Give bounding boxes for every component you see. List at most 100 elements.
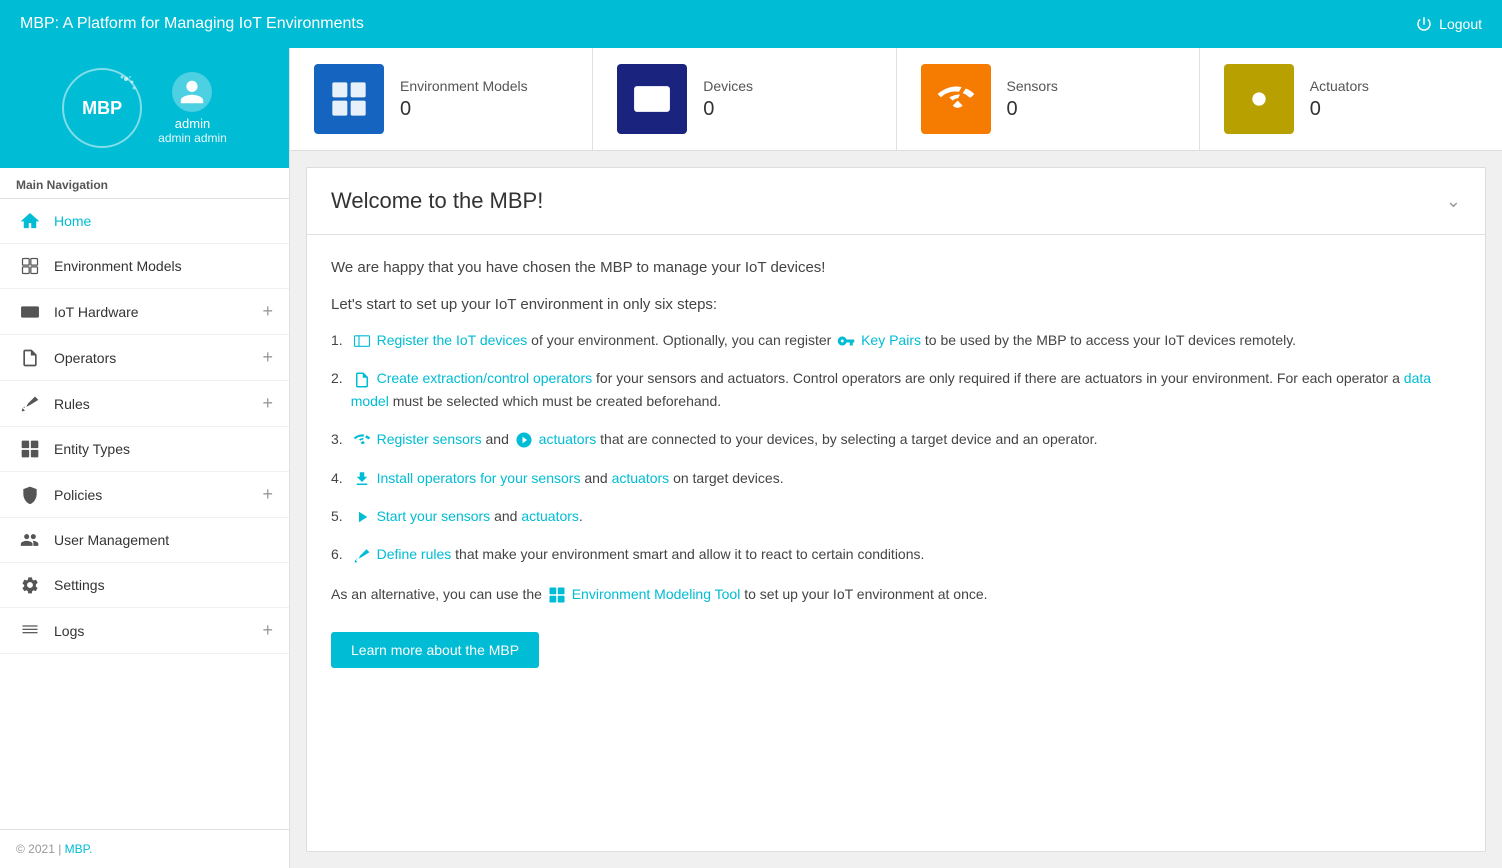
welcome-steps-intro: Let's start to set up your IoT environme… [331,296,1461,313]
sidebar-item-label: Logs [54,623,262,639]
step-2: 2. Create extraction/control operators f… [331,367,1461,412]
stat-label: Sensors [1007,78,1058,94]
sidebar-item-logs[interactable]: Logs + [0,608,289,654]
sidebar-item-environment-models[interactable]: Environment Models [0,244,289,289]
topbar: MBP: A Platform for Managing IoT Environ… [0,0,1502,48]
sidebar: MBP admin admin admin Main Navigation [0,48,290,868]
environment-models-stat-icon [314,64,384,134]
start-actuators-link[interactable]: actuators [521,508,579,524]
expand-icon[interactable]: + [262,347,273,368]
expand-icon[interactable]: + [262,393,273,414]
sidebar-item-entity-types[interactable]: Entity Types [0,427,289,472]
install-inline-icon [353,470,371,488]
admin-fullname: admin admin [158,131,227,145]
footer-link[interactable]: MBP. [65,842,93,856]
sidebar-item-label: User Management [54,532,273,548]
settings-icon [16,575,44,595]
sidebar-item-label: Environment Models [54,258,273,274]
create-operators-link[interactable]: Create extraction/control operators [377,370,593,386]
stat-card-environment-models[interactable]: Environment Models 0 [290,48,593,150]
app-title: MBP: A Platform for Managing IoT Environ… [20,15,364,33]
stats-row: Environment Models 0 Devices 0 [290,48,1502,151]
iot-hardware-icon [16,302,44,322]
expand-icon[interactable]: + [262,301,273,322]
alternative-after: to set up your IoT environment at once. [744,586,987,602]
logs-icon [16,621,44,641]
step-5: 5. Start your sensors and actuators. [331,505,1461,527]
sidebar-item-label: Rules [54,396,262,412]
sensors-stat-icon [921,64,991,134]
user-icon [178,78,206,106]
welcome-intro: We are happy that you have chosen the MB… [331,259,1461,276]
stat-value: 0 [1007,98,1058,121]
sidebar-item-home[interactable]: Home [0,199,289,244]
power-icon [1415,15,1433,33]
welcome-body: We are happy that you have chosen the MB… [307,235,1485,700]
stat-info-sensors: Sensors 0 [1007,78,1058,121]
chevron-up-icon[interactable]: ⌄ [1446,191,1461,212]
devices-stat-icon [617,64,687,134]
stat-value: 0 [400,98,528,121]
sidebar-item-label: Settings [54,577,273,593]
avatar [172,72,212,112]
register-sensors-link[interactable]: Register sensors [377,431,482,447]
learn-more-button[interactable]: Learn more about the MBP [331,632,539,668]
sidebar-item-label: Home [54,213,273,229]
stat-card-devices[interactable]: Devices 0 [593,48,896,150]
stat-info-environment-models: Environment Models 0 [400,78,528,121]
sidebar-item-policies[interactable]: Policies + [0,472,289,518]
env-model-tool-icon [548,586,566,604]
environment-models-icon [16,256,44,276]
expand-icon[interactable]: + [262,620,273,641]
key-pairs-link[interactable]: Key Pairs [861,332,921,348]
policies-icon [16,485,44,505]
stat-card-actuators[interactable]: Actuators 0 [1200,48,1502,150]
stat-card-sensors[interactable]: Sensors 0 [897,48,1200,150]
install-actuators-link[interactable]: actuators [612,470,670,486]
stat-info-actuators: Actuators 0 [1310,78,1369,121]
sidebar-item-label: IoT Hardware [54,304,262,320]
actuator-inline-icon [515,431,533,449]
welcome-title: Welcome to the MBP! [331,188,543,214]
alternative-before: As an alternative, you can use the [331,586,546,602]
alternative-line: As an alternative, you can use the Envir… [331,586,1461,604]
start-inline-icon [353,508,371,526]
stat-label: Actuators [1310,78,1369,94]
welcome-panel: Welcome to the MBP! ⌄ We are happy that … [306,167,1486,852]
sidebar-item-label: Operators [54,350,262,366]
rules-icon [16,394,44,414]
sidebar-item-operators[interactable]: Operators + [0,335,289,381]
sidebar-item-label: Entity Types [54,441,273,457]
footer-text: © 2021 | [16,842,65,856]
user-management-icon [16,530,44,550]
stat-label: Environment Models [400,78,528,94]
stat-value: 0 [703,98,753,121]
rules-inline-icon [353,547,371,565]
stat-label: Devices [703,78,753,94]
key-inline-icon [837,332,855,350]
actuators-stat-icon [1224,64,1294,134]
stat-info-devices: Devices 0 [703,78,753,121]
register-actuators-link[interactable]: actuators [539,431,597,447]
install-operators-link[interactable]: Install operators for your sensors [377,470,581,486]
logo-dots-icon [106,74,136,104]
step-3: 3. Register sensors and actuators that a… [331,428,1461,450]
operator-inline-icon [353,371,371,389]
entity-types-icon [16,439,44,459]
sensor-inline-icon [353,431,371,449]
env-modeling-tool-link[interactable]: Environment Modeling Tool [572,586,741,602]
sidebar-item-iot-hardware[interactable]: IoT Hardware + [0,289,289,335]
sidebar-item-settings[interactable]: Settings [0,563,289,608]
home-icon [16,211,44,231]
content-area: Environment Models 0 Devices 0 [290,48,1502,868]
register-devices-link[interactable]: Register the IoT devices [377,332,528,348]
start-sensors-link[interactable]: Start your sensors [377,508,491,524]
stat-value: 0 [1310,98,1369,121]
logout-button[interactable]: Logout [1415,15,1482,33]
nav-section-title: Main Navigation [0,168,289,199]
expand-icon[interactable]: + [262,484,273,505]
define-rules-link[interactable]: Define rules [377,546,452,562]
step-1: 1. Register the IoT devices of your envi… [331,329,1461,351]
sidebar-item-user-management[interactable]: User Management [0,518,289,563]
sidebar-item-rules[interactable]: Rules + [0,381,289,427]
